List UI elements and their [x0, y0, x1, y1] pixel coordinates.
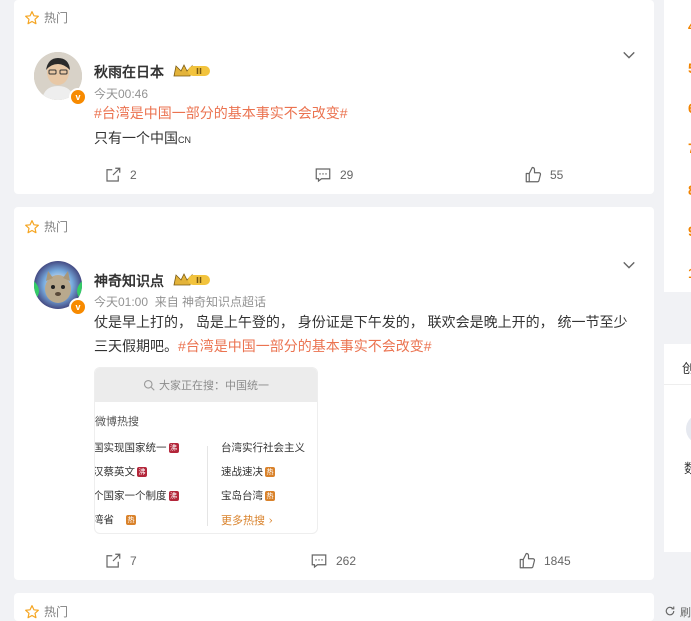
sidebar-title: 创 [682, 361, 691, 376]
topic-tag[interactable]: #台湾是中国一部分的基本事实不会改变# [94, 105, 348, 121]
hot-label-row: 热门 [24, 218, 68, 235]
post-actions: 2 29 55 [14, 166, 654, 186]
boil-mark: 沸 [168, 491, 179, 501]
post-meta: 今天01:00 来自 神奇知识点超话 [94, 293, 266, 310]
feed-card-2: 热门 v 神奇知识点 II 今天01:00 来自 神奇知识点超话 仗是早上打的，… [14, 207, 654, 580]
boil-mark: 沸 [137, 467, 147, 477]
hot-item: 汉蔡英文沸 [94, 466, 147, 478]
post-actions: 7 262 1845 [14, 552, 654, 572]
feed-card-1: 热门 v 秋雨在日本 II 今天00:46 #台湾是中国一部分的基本事实不会改变… [14, 0, 654, 194]
hot-label: 热门 [44, 11, 69, 25]
hot-label: 热门 [44, 605, 69, 619]
star-icon [25, 10, 39, 24]
search-bar: 大家正在搜：中国统一 [95, 368, 317, 402]
post-image[interactable]: 大家正在搜：中国统一 微博热搜 国实现国家统一沸 汉蔡英文沸 个国家一个制度沸 … [94, 367, 318, 534]
creator-sidebar: 创 数 [664, 344, 691, 552]
username[interactable]: 神奇知识点 [94, 271, 164, 291]
crown-icon: II [173, 273, 210, 286]
post-time[interactable]: 今天01:00 [94, 295, 148, 309]
star-icon [25, 219, 39, 233]
comment-icon [311, 554, 327, 569]
comment-button[interactable]: 262 [310, 552, 356, 570]
hot-item: 宝岛台湾热 [221, 490, 275, 502]
comment-icon [315, 168, 331, 183]
verified-badge: v [69, 88, 87, 106]
sidebar-label: 数 [684, 461, 691, 476]
svg-text:II: II [196, 67, 202, 76]
post-tag[interactable]: #台湾是中国一部分的基本事实不会改变# [94, 101, 348, 125]
feed-card-3: 热门 [14, 593, 654, 621]
hot-mark: 热 [126, 515, 137, 525]
post-source[interactable]: 来自 神奇知识点超话 [155, 295, 266, 309]
refresh-link[interactable]: 刷 [664, 600, 691, 621]
hot-mark: 热 [265, 467, 275, 477]
repost-icon [106, 167, 121, 182]
hot-label-row: 热门 [24, 9, 68, 26]
post-text: 只有一个中国CN [94, 130, 191, 146]
hot-item: 湾省 热 [94, 514, 137, 526]
hot-label: 热门 [44, 220, 69, 234]
like-icon [519, 552, 536, 569]
hot-item: 台湾实行社会主义 [221, 442, 305, 454]
like-button[interactable]: 55 [524, 166, 563, 184]
hot-item: 国实现国家统一沸 [94, 442, 179, 454]
crown-icon: II [173, 64, 210, 77]
hot-item: 个国家一个制度沸 [94, 490, 179, 502]
repost-button[interactable]: 2 [104, 166, 137, 184]
refresh-icon [665, 606, 675, 616]
topic-tag[interactable]: #台湾是中国一部分的基本事实不会改变# [178, 338, 432, 354]
more-hot-link: 更多热搜 › [221, 514, 273, 527]
star-icon [25, 604, 39, 618]
like-icon [525, 166, 542, 183]
post-text: 仗是早上打的， 岛是上午登的， 身份证是下午发的， 联欢会是晚上开的， 统一节至… [94, 314, 628, 354]
hot-rank-sidebar: 4 5 6 7 8 9 1 [664, 0, 691, 292]
post-time[interactable]: 今天00:46 [94, 85, 148, 102]
username[interactable]: 秋雨在日本 [94, 62, 164, 82]
search-icon [143, 379, 155, 391]
svg-text:II: II [196, 276, 202, 285]
boil-mark: 沸 [168, 443, 179, 453]
comment-button[interactable]: 29 [314, 166, 353, 184]
verified-badge: v [69, 298, 87, 316]
cn-suffix: CN [178, 135, 191, 145]
hot-label-row: 热门 [24, 603, 68, 620]
repost-button[interactable]: 7 [104, 552, 137, 570]
divider [664, 384, 691, 385]
chevron-down-icon[interactable] [622, 48, 636, 62]
hot-item: 速战速决热 [221, 466, 275, 478]
hot-mark: 热 [265, 491, 275, 501]
repost-icon [106, 553, 121, 568]
like-button[interactable]: 1845 [518, 552, 571, 570]
chevron-down-icon[interactable] [622, 258, 636, 272]
hotlist-title: 微博热搜 [95, 415, 139, 428]
column-divider [207, 446, 208, 526]
avatar [686, 414, 691, 444]
